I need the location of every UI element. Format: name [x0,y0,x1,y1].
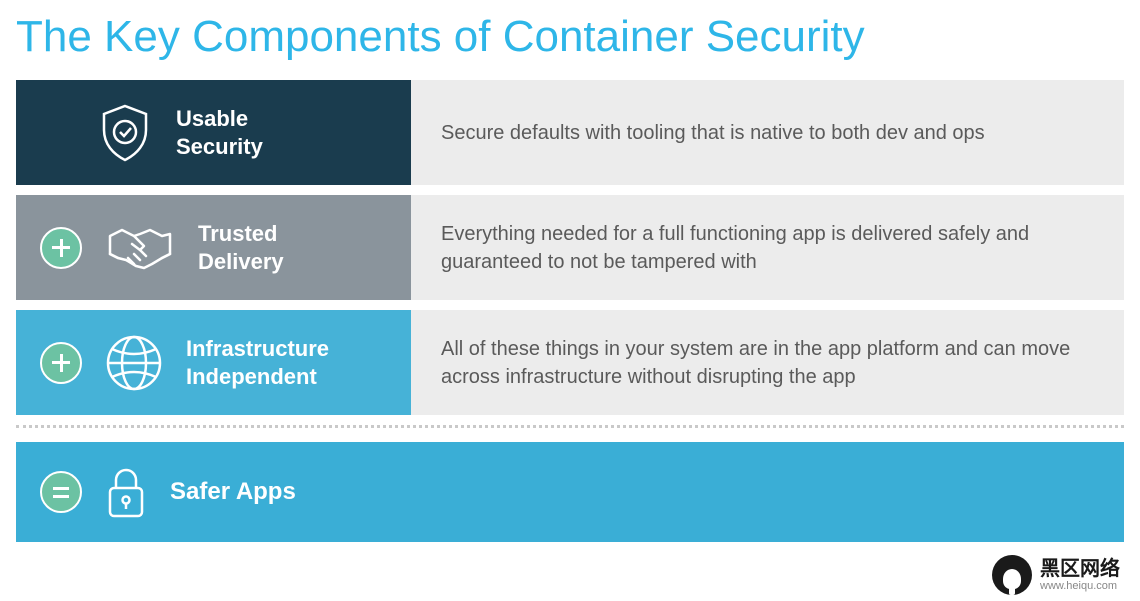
result-label: Safer Apps [170,477,296,507]
component-row-trusted: Trusted Delivery Everything needed for a… [16,195,1124,300]
plus-icon [40,227,82,269]
row-label: Infrastructure Independent [186,335,329,390]
row-description: All of these things in your system are i… [411,310,1124,415]
watermark-url: www.heiqu.com [1040,580,1120,592]
result-row: Safer Apps [16,442,1124,542]
row-label: Usable Security [176,105,263,160]
divider [16,425,1124,428]
slide-title: The Key Components of Container Security [16,0,1124,80]
globe-icon [104,333,164,393]
watermark: 黑区网络 www.heiqu.com [992,555,1120,595]
row-description: Secure defaults with tooling that is nat… [411,80,1124,185]
mushroom-icon [992,555,1032,595]
row-label: Trusted Delivery [198,220,284,275]
equals-icon [40,471,82,513]
component-row-usable: Usable Security Secure defaults with too… [16,80,1124,185]
lock-icon [104,464,148,520]
plus-icon [40,342,82,384]
watermark-title: 黑区网络 [1040,558,1120,580]
row-description: Everything needed for a full functioning… [411,195,1124,300]
shield-check-icon [96,102,154,164]
component-row-infrastructure: Infrastructure Independent All of these … [16,310,1124,415]
handshake-icon [104,220,176,276]
